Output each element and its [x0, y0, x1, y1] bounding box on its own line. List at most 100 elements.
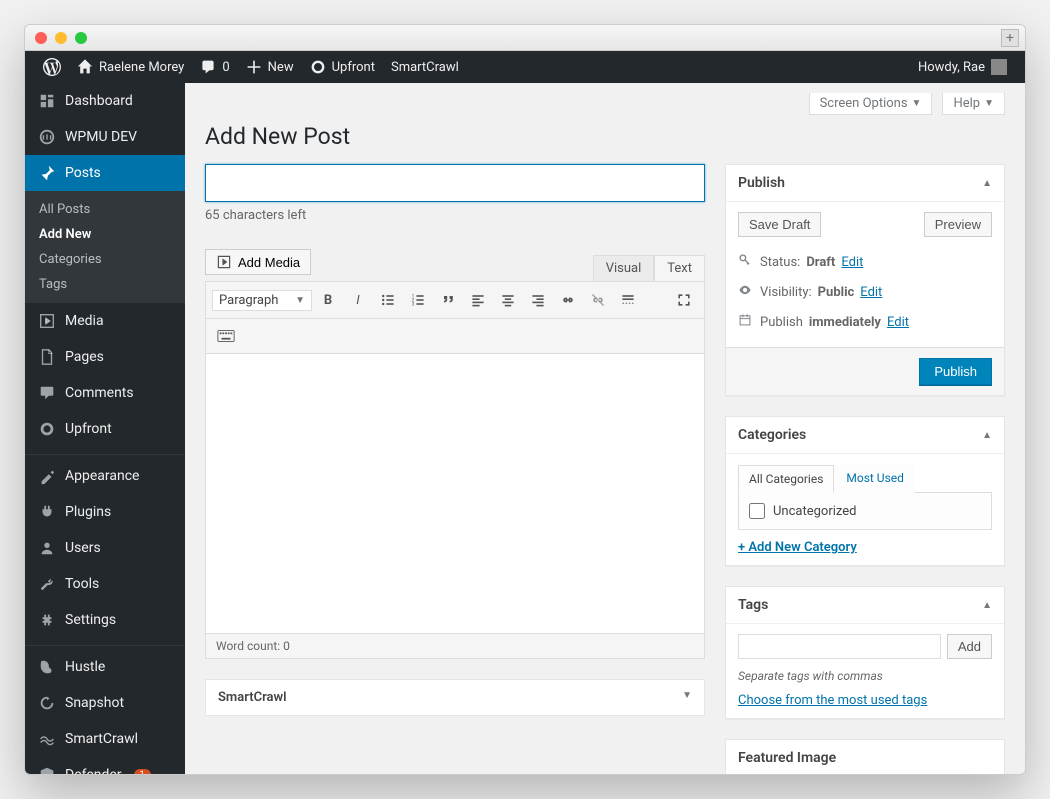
choose-tags-link[interactable]: Choose from the most used tags — [738, 693, 927, 708]
category-uncategorized[interactable]: Uncategorized — [749, 503, 981, 519]
smartcrawl-toggle[interactable]: SmartCrawl ▼ — [206, 680, 704, 715]
submenu-add-new[interactable]: Add New — [25, 222, 185, 247]
sidebar-label: Tools — [65, 576, 99, 592]
media-icon — [216, 254, 232, 270]
editor-tab-visual[interactable]: Visual — [593, 255, 655, 281]
sidebar-item-wpmudev[interactable]: WPMU DEV — [25, 119, 185, 155]
sidebar-item-settings[interactable]: Settings — [25, 602, 185, 638]
toolbar-align-center-button[interactable] — [494, 286, 522, 314]
categories-toggle[interactable]: Categories▲ — [726, 417, 1004, 454]
account-menu[interactable]: Howdy, Rae — [910, 51, 1015, 83]
mac-zoom-button[interactable] — [75, 32, 87, 44]
sidebar-item-dashboard[interactable]: Dashboard — [25, 83, 185, 119]
tags-input[interactable] — [738, 634, 941, 659]
add-tag-button[interactable]: Add — [947, 634, 992, 659]
site-name-menu[interactable]: Raelene Morey — [69, 51, 192, 83]
mac-title-bar: + — [25, 25, 1025, 51]
sidebar-label: SmartCrawl — [65, 731, 138, 747]
toolbar-link-button[interactable] — [554, 286, 582, 314]
edit-visibility-link[interactable]: Edit — [860, 285, 882, 300]
toolbar-ul-button[interactable] — [374, 286, 402, 314]
publish-box: Publish▲ Save Draft Preview Status: Draf… — [725, 164, 1005, 396]
wp-admin-bar: Raelene Morey 0 New Upfront SmartCrawl H… — [25, 51, 1025, 83]
post-title-input[interactable] — [205, 164, 705, 202]
update-badge: 1 — [134, 769, 151, 774]
add-media-button[interactable]: Add Media — [205, 249, 311, 275]
sidebar-item-posts[interactable]: Posts — [25, 155, 185, 191]
edit-status-link[interactable]: Edit — [841, 255, 863, 270]
mac-minimize-button[interactable] — [55, 32, 67, 44]
toolbar-ol-button[interactable]: 123 — [404, 286, 432, 314]
sidebar-item-hustle[interactable]: Hustle — [25, 649, 185, 685]
plus-icon — [246, 59, 262, 75]
tags-toggle[interactable]: Tags▲ — [726, 587, 1004, 624]
comment-icon — [200, 59, 216, 75]
sidebar-item-snapshot[interactable]: Snapshot — [25, 685, 185, 721]
sidebar-item-appearance[interactable]: Appearance — [25, 458, 185, 494]
publish-toggle[interactable]: Publish▲ — [726, 165, 1004, 202]
submenu-tags[interactable]: Tags — [25, 272, 185, 297]
mac-new-tab-button[interactable]: + — [1001, 29, 1019, 47]
sidebar-label: Posts — [65, 165, 101, 181]
toolbar-bold-button[interactable]: B — [314, 286, 342, 314]
sidebar-item-pages[interactable]: Pages — [25, 339, 185, 375]
preview-button[interactable]: Preview — [924, 212, 992, 237]
sidebar-item-plugins[interactable]: Plugins — [25, 494, 185, 530]
publish-button[interactable]: Publish — [919, 358, 992, 385]
sidebar-label: Media — [65, 313, 104, 329]
calendar-icon — [738, 313, 752, 327]
home-icon — [77, 59, 93, 75]
snapshot-icon — [38, 694, 56, 712]
smartcrawl-menu[interactable]: SmartCrawl — [383, 51, 467, 83]
save-draft-button[interactable]: Save Draft — [738, 212, 821, 237]
featured-image-box: Featured Image — [725, 739, 1005, 774]
chevron-down-icon: ▼ — [295, 295, 305, 306]
sidebar-label: Upfront — [65, 421, 112, 437]
help-button[interactable]: Help ▼ — [942, 93, 1005, 115]
sidebar-item-media[interactable]: Media — [25, 303, 185, 339]
toolbar-italic-button[interactable]: I — [344, 286, 372, 314]
categories-tab-all[interactable]: All Categories — [738, 465, 834, 493]
toolbar-unlink-button[interactable] — [584, 286, 612, 314]
comments-menu[interactable]: 0 — [192, 51, 237, 83]
sidebar-item-tools[interactable]: Tools — [25, 566, 185, 602]
add-new-category-link[interactable]: + Add New Category — [738, 540, 857, 555]
toolbar-quote-button[interactable] — [434, 286, 462, 314]
toolbar-more-button[interactable] — [614, 286, 642, 314]
sidebar-label: Settings — [65, 612, 116, 628]
format-select[interactable]: Paragraph▼ — [212, 290, 312, 311]
link-icon — [560, 292, 576, 308]
sidebar-item-smartcrawl[interactable]: SmartCrawl — [25, 721, 185, 757]
sidebar-label: Pages — [65, 349, 104, 365]
chevron-down-icon: ▼ — [682, 690, 692, 705]
svg-text:3: 3 — [412, 302, 415, 308]
toolbar-align-left-button[interactable] — [464, 286, 492, 314]
align-left-icon — [470, 292, 486, 308]
menu-separator — [25, 450, 185, 455]
upfront-menu[interactable]: Upfront — [302, 51, 383, 83]
sidebar-item-comments[interactable]: Comments — [25, 375, 185, 411]
screen-options-button[interactable]: Screen Options ▼ — [809, 93, 933, 115]
editor-canvas[interactable] — [205, 354, 705, 634]
new-content-menu[interactable]: New — [238, 51, 302, 83]
sidebar-item-users[interactable]: Users — [25, 530, 185, 566]
sidebar-item-upfront[interactable]: Upfront — [25, 411, 185, 447]
toolbar-align-right-button[interactable] — [524, 286, 552, 314]
eye-icon — [738, 283, 752, 297]
defender-icon — [38, 766, 56, 774]
editor-tab-text[interactable]: Text — [654, 255, 705, 281]
users-icon — [38, 539, 56, 557]
avatar — [991, 59, 1007, 75]
submenu-all-posts[interactable]: All Posts — [25, 197, 185, 222]
submenu-categories[interactable]: Categories — [25, 247, 185, 272]
categories-box: Categories▲ All Categories Most Used Unc… — [725, 416, 1005, 566]
toolbar-fullscreen-button[interactable] — [670, 286, 698, 314]
edit-schedule-link[interactable]: Edit — [887, 315, 909, 330]
categories-tab-most-used[interactable]: Most Used — [834, 465, 914, 493]
category-checkbox[interactable] — [749, 503, 765, 519]
mac-close-button[interactable] — [35, 32, 47, 44]
toolbar-kitchen-sink-button[interactable] — [212, 322, 240, 350]
wp-logo-menu[interactable] — [35, 51, 69, 83]
sidebar-item-defender[interactable]: Defender1 — [25, 757, 185, 774]
featured-image-toggle[interactable]: Featured Image — [726, 740, 1004, 774]
